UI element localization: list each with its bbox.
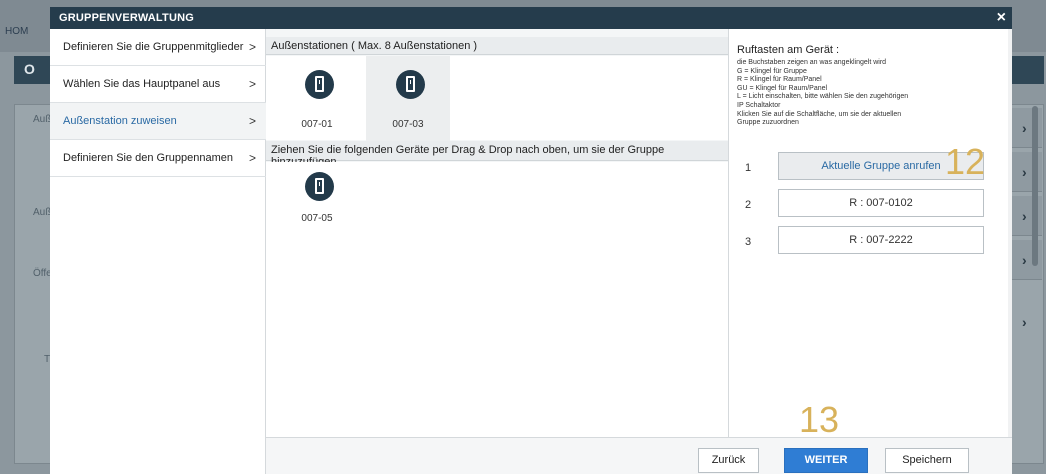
door-station-icon (396, 70, 425, 99)
panel-scrollbar[interactable] (1008, 29, 1012, 474)
background-chevron-right-icon: › (1022, 252, 1027, 268)
nav-item-define-members[interactable]: Definieren Sie die Gruppenmitglieder > (50, 29, 266, 66)
chevron-right-icon: > (248, 77, 256, 91)
chevron-right-icon: > (248, 114, 256, 128)
callout-number-12: 12 (945, 141, 986, 182)
nav-item-label: Definieren Sie die Gruppenmitglieder (63, 41, 244, 53)
dialog-header: GRUPPENVERWALTUNG × (50, 7, 1012, 29)
description-line: Klicken Sie auf die Schaltfläche, um sie… (737, 110, 902, 118)
call-button-007-2222[interactable]: R : 007-2222 (778, 226, 984, 254)
door-station-icon (305, 70, 334, 99)
assigned-stations-title: Außenstationen ( Max. 8 Außenstationen ) (271, 40, 478, 52)
nav-item-group-name[interactable]: Definieren Sie den Gruppennamen > (50, 140, 266, 177)
call-button-number: 1 (745, 162, 752, 174)
background-band-letter: O (24, 61, 35, 77)
description-line: IP Schaltaktor (737, 101, 781, 109)
background-chevron-right-icon: › (1022, 208, 1027, 224)
wizard-step-nav: Definieren Sie die Gruppenmitglieder > W… (50, 29, 266, 474)
save-button[interactable]: Speichern (885, 448, 969, 473)
nav-item-label: Definieren Sie den Gruppennamen (63, 152, 234, 164)
device-tile-007-05[interactable]: 007-05 (275, 162, 359, 232)
close-icon[interactable]: × (997, 9, 1006, 27)
callout-number-13: 13 (799, 399, 840, 440)
description-line: R = Klingel für Raum/Panel (737, 76, 822, 84)
background-scrollbar (1032, 106, 1038, 266)
back-button[interactable]: Zurück (698, 448, 759, 473)
background-chevron-right-icon: › (1022, 164, 1027, 180)
available-devices-header: Ziehen Sie die folgenden Geräte per Drag… (266, 141, 728, 168)
nav-item-label: Außenstation zuweisen (63, 115, 177, 127)
nav-item-label: Wählen Sie das Hauptpanel aus (63, 78, 221, 90)
device-tile-007-03[interactable]: 007-03 (366, 56, 450, 142)
description-line: G = Klingel für Gruppe (737, 67, 807, 75)
call-buttons-description: die Buchstaben zeigen an was angeklingel… (737, 59, 997, 128)
assigned-drop-zone[interactable]: 007-01 007-03 (266, 56, 728, 142)
background-chevron-right-icon: › (1022, 120, 1027, 136)
assigned-stations-header: Außenstationen ( Max. 8 Außenstationen ) (266, 37, 728, 55)
background-label: Auß (33, 207, 52, 218)
background-chevron-right-icon: › (1022, 314, 1027, 330)
device-label: 007-05 (301, 213, 333, 224)
call-buttons-panel: Ruftasten am Gerät : die Buchstaben zeig… (728, 29, 1012, 474)
door-station-icon (305, 172, 334, 201)
chevron-right-icon: > (248, 151, 256, 165)
background-label: Auß (33, 114, 52, 125)
device-assignment-area: Außenstationen ( Max. 8 Außenstationen )… (266, 29, 728, 474)
call-buttons-title: Ruftasten am Gerät : (737, 44, 840, 56)
chevron-right-icon: > (248, 40, 256, 54)
dialog-title: GRUPPENVERWALTUNG (59, 12, 195, 24)
background-label: Öffe (33, 268, 52, 279)
call-button-number: 3 (745, 236, 752, 248)
device-label: 007-01 (301, 119, 333, 130)
dialog-footer: Zurück WEITER Speichern (266, 437, 1012, 474)
call-button-007-0102[interactable]: R : 007-0102 (778, 189, 984, 217)
description-line: die Buchstaben zeigen an was angeklingel… (737, 59, 887, 66)
group-management-dialog: GRUPPENVERWALTUNG × Definieren Sie die G… (50, 7, 1012, 474)
next-button[interactable]: WEITER (784, 448, 868, 473)
description-line: GU = Klingel für Raum/Panel (737, 84, 828, 92)
nav-item-assign-outdoor-station[interactable]: Außenstation zuweisen > (50, 103, 266, 140)
device-label: 007-03 (392, 119, 424, 130)
device-tile-007-01[interactable]: 007-01 (275, 56, 359, 142)
description-line: L = Licht einschalten, bitte wählen Sie … (737, 93, 909, 101)
background-home-label: HOM (5, 26, 29, 37)
description-line: Gruppe zuzuordnen (737, 119, 799, 127)
nav-item-main-panel[interactable]: Wählen Sie das Hauptpanel aus > (50, 66, 266, 103)
available-devices-zone[interactable]: 007-05 (266, 162, 728, 437)
call-button-number: 2 (745, 199, 752, 211)
